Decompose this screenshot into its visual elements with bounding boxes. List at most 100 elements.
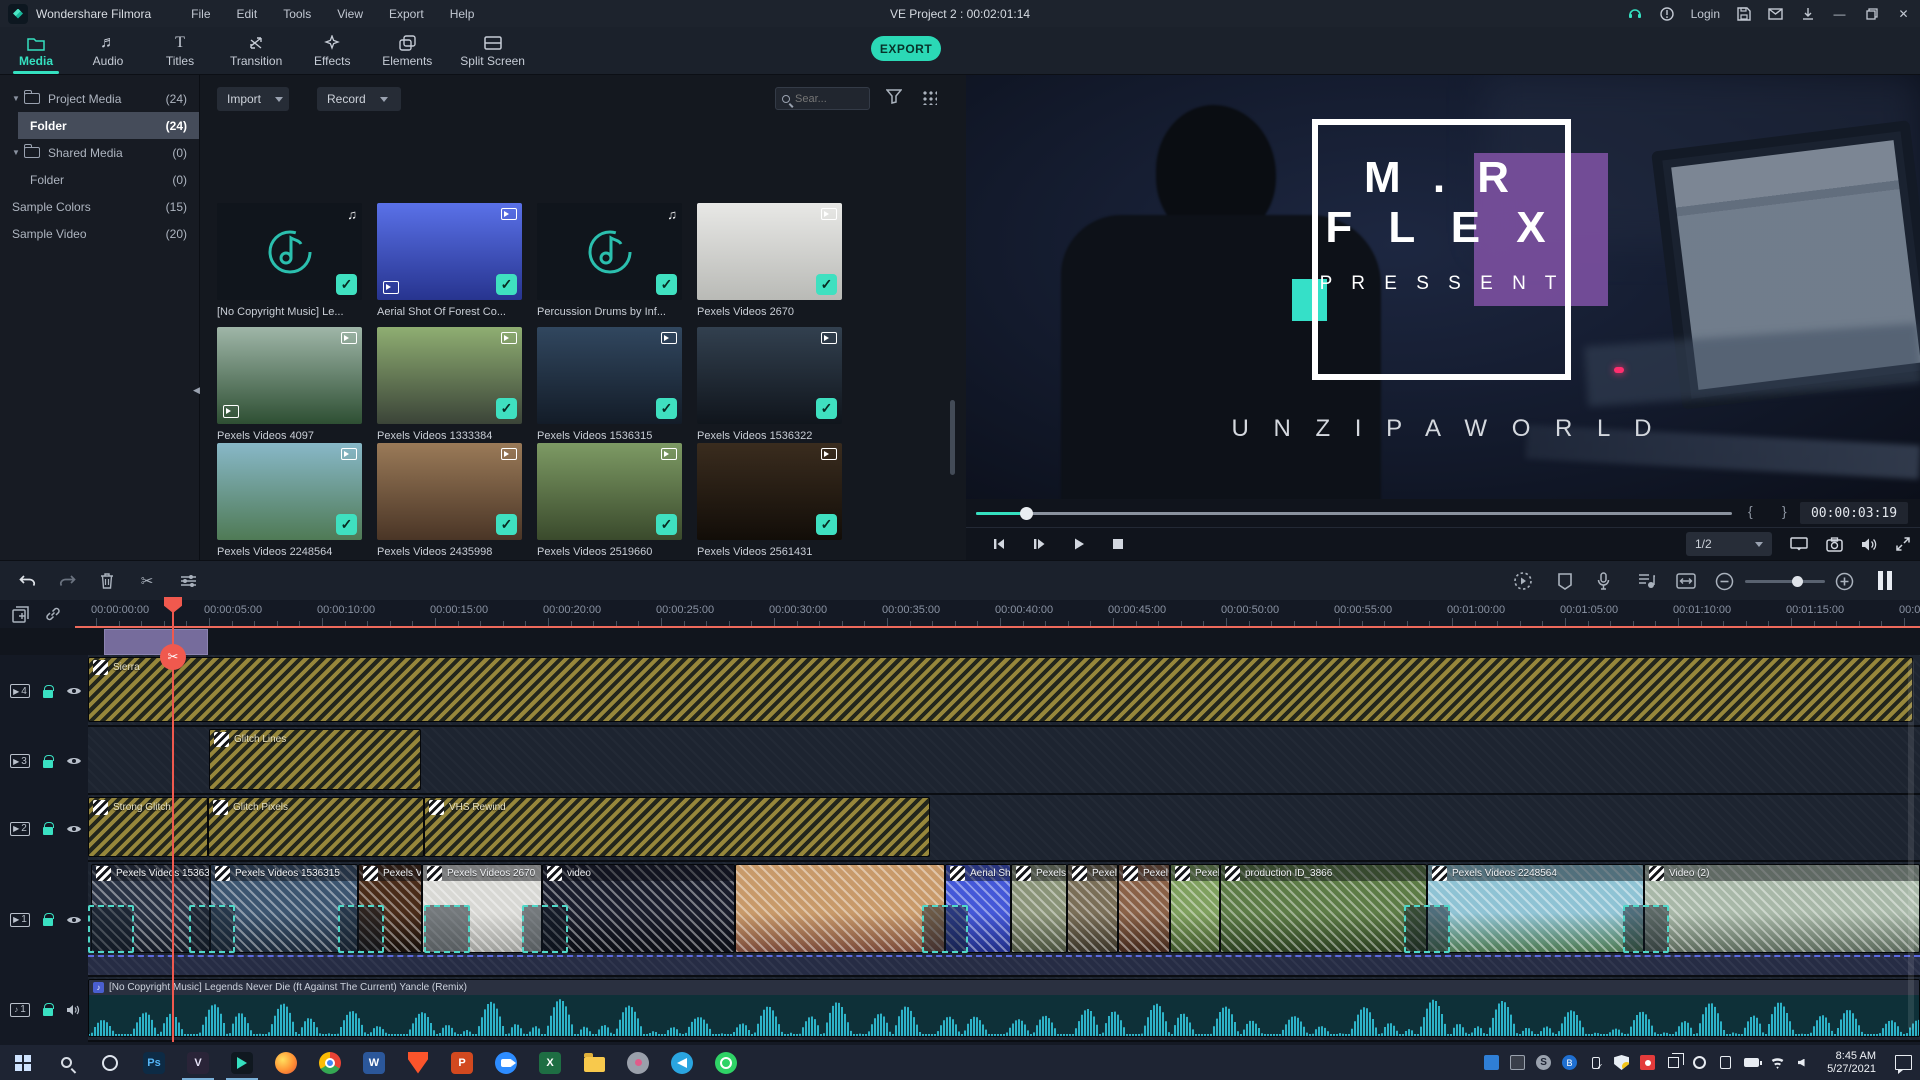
taskbar-whatsapp-icon[interactable] <box>704 1045 748 1080</box>
tray-skype-icon[interactable]: S <box>1535 1054 1552 1071</box>
seek-bar[interactable] <box>976 512 1732 515</box>
media-item--no-copyright-music-le-[interactable]: ♫✓[No Copyright Music] Le... <box>217 203 362 318</box>
clip--no-copyright-music-legends-never-die-ft-against-the-current-yancle-remix-[interactable]: ♪[No Copyright Music] Legends Never Die … <box>88 979 1920 1037</box>
render-preview-icon[interactable] <box>1513 571 1533 591</box>
tab-titles[interactable]: TTitles <box>158 34 202 68</box>
import-dropdown[interactable]: Import <box>217 87 289 111</box>
export-button[interactable]: EXPORT <box>871 36 941 61</box>
menu-tools[interactable]: Tools <box>275 4 319 24</box>
taskbar-search-icon[interactable] <box>44 1045 88 1080</box>
clip-strong-glitch[interactable]: Strong Glitch <box>88 797 208 857</box>
clip-pexel[interactable]: Pexel <box>1067 864 1118 953</box>
media-item-pexels-videos-1536322[interactable]: ✓Pexels Videos 1536322 <box>697 327 842 442</box>
search-input[interactable] <box>775 87 870 110</box>
taskbar-cortana-icon[interactable] <box>88 1045 132 1080</box>
taskbar-word-icon[interactable]: W <box>352 1045 396 1080</box>
taskbar-brave-icon[interactable] <box>396 1045 440 1080</box>
timeline-scrollbar[interactable] <box>1908 660 1914 1030</box>
sidebar-item-sample-colors[interactable]: Sample Colors(15) <box>0 193 199 220</box>
taskbar-photoshop-icon[interactable]: Ps <box>132 1045 176 1080</box>
tray-wifi-icon[interactable] <box>1769 1054 1786 1071</box>
zoom-out-icon[interactable] <box>1714 571 1734 591</box>
clip-production-id-3866[interactable]: production ID_3866 <box>1220 864 1427 953</box>
clip-vhs-rewind[interactable]: VHS Rewind <box>424 797 930 857</box>
sidebar-item-folder[interactable]: Folder(0) <box>0 166 199 193</box>
save-icon[interactable] <box>1735 5 1752 22</box>
clip-video-2-[interactable]: Video (2) <box>1644 864 1920 953</box>
track-lane[interactable]: Strong GlitchGlitch PixelsVHS Rewind <box>88 795 1920 862</box>
eye-visibility-icon[interactable] <box>66 756 82 766</box>
track-lane[interactable]: Glitch Lines <box>88 727 1920 795</box>
sidebar-item-shared-media[interactable]: ▼Shared Media(0) <box>0 139 199 166</box>
taskbar-app-misc-icon[interactable] <box>616 1045 660 1080</box>
stop-button[interactable] <box>1112 538 1124 550</box>
sidebar-item-folder[interactable]: Folder(24) <box>18 112 199 139</box>
action-center-icon[interactable] <box>1895 1055 1912 1070</box>
menu-help[interactable]: Help <box>442 4 483 24</box>
adjust-sliders-icon[interactable] <box>178 571 198 591</box>
tray-bluetooth-icon[interactable]: B <box>1561 1054 1578 1071</box>
tray-network-icon[interactable] <box>1691 1054 1708 1071</box>
taskbar-folder-icon[interactable] <box>572 1045 616 1080</box>
audio-mixer-icon[interactable] <box>1637 571 1657 591</box>
undo-icon[interactable] <box>17 571 37 591</box>
info-icon[interactable] <box>1659 5 1676 22</box>
minimize-button[interactable]: — <box>1831 5 1848 22</box>
media-scrollbar[interactable] <box>950 400 955 475</box>
tray-screen-recorder-icon[interactable] <box>1639 1054 1656 1071</box>
taskbar-zoom-icon[interactable] <box>484 1045 528 1080</box>
delete-icon[interactable] <box>97 571 117 591</box>
track-lane[interactable]: Pexels Videos 1536322Pexels Videos 15363… <box>88 862 1920 977</box>
tree-arrow-icon[interactable]: ▼ <box>12 148 24 157</box>
filter-icon[interactable] <box>886 89 902 105</box>
support-headset-icon[interactable] <box>1627 5 1644 22</box>
taskbar-clock[interactable]: 8:45 AM 5/27/2021 <box>1827 1050 1876 1076</box>
play-button[interactable] <box>1072 537 1086 551</box>
mark-out-icon[interactable]: } <box>1782 503 1787 519</box>
zoom-to-fit-icon[interactable] <box>1676 571 1696 591</box>
mute-speaker-icon[interactable] <box>66 1004 80 1016</box>
previous-frame-button[interactable] <box>992 537 1006 551</box>
next-frame-button[interactable] <box>1032 537 1046 551</box>
video-preview[interactable]: M . R F L E X P R E S S E N T U N Z I P … <box>966 75 1920 499</box>
media-item-pexels-videos-2435998[interactable]: ✓Pexels Videos 2435998 <box>377 443 522 558</box>
eye-visibility-icon[interactable] <box>66 824 82 834</box>
volume-icon[interactable] <box>1861 537 1878 552</box>
tray-mobile-device-icon[interactable] <box>1717 1054 1734 1071</box>
tray-vault-icon[interactable] <box>1509 1054 1526 1071</box>
clip-video[interactable]: video <box>542 864 735 953</box>
timeline-ruler[interactable]: 00:00:00:0000:00:05:0000:00:10:0000:00:1… <box>0 600 1920 628</box>
media-item-aerial-shot-of-forest-co-[interactable]: ✓Aerial Shot Of Forest Co... <box>377 203 522 318</box>
tray-usb-icon[interactable] <box>1587 1054 1604 1071</box>
taskbar-powerpoint-icon[interactable]: P <box>440 1045 484 1080</box>
taskbar-telegram-icon[interactable] <box>660 1045 704 1080</box>
media-item-pexels-videos-2561431[interactable]: ✓Pexels Videos 2561431 <box>697 443 842 558</box>
playhead-scissors-icon[interactable]: ✂ <box>160 644 186 670</box>
track-lane[interactable]: ♪[No Copyright Music] Legends Never Die … <box>88 977 1920 1042</box>
redo-icon[interactable] <box>57 571 77 591</box>
media-item-pexels-videos-1333384[interactable]: ✓Pexels Videos 1333384 <box>377 327 522 442</box>
menu-file[interactable]: File <box>183 4 218 24</box>
mail-icon[interactable] <box>1767 5 1784 22</box>
detach-display-icon[interactable] <box>1790 537 1808 552</box>
login-button[interactable]: Login <box>1691 7 1720 21</box>
timeline-zoom-slider[interactable] <box>1745 580 1825 583</box>
taskbar-firefox-icon[interactable] <box>264 1045 308 1080</box>
clip-sierra[interactable]: Sierra <box>88 657 1913 722</box>
eye-visibility-icon[interactable] <box>66 686 82 696</box>
tray-window-copy-icon[interactable] <box>1665 1054 1682 1071</box>
tab-elements[interactable]: Elements <box>382 34 432 68</box>
clip-pexel[interactable]: Pexel <box>1118 864 1170 953</box>
media-item-percussion-drums-by-inf-[interactable]: ♫✓Percussion Drums by Inf... <box>537 203 682 318</box>
clip-pexels[interactable]: Pexels <box>1011 864 1067 953</box>
selected-region-block[interactable] <box>104 629 208 655</box>
taskbar-excel-icon[interactable]: X <box>528 1045 572 1080</box>
media-item-pexels-videos-2248564[interactable]: ✓Pexels Videos 2248564 <box>217 443 362 558</box>
grid-view-icon[interactable] <box>922 90 937 105</box>
clip-pexels-videos-2248564[interactable]: Pexels Videos 2248564 <box>1427 864 1644 953</box>
taskbar-app-v-icon[interactable]: V <box>176 1045 220 1080</box>
media-item-pexels-videos-1536315[interactable]: ✓Pexels Videos 1536315 <box>537 327 682 442</box>
media-item-pexels-videos-4097[interactable]: Pexels Videos 4097 <box>217 327 362 442</box>
tab-audio[interactable]: ♬Audio <box>86 34 130 68</box>
clip-untitled[interactable] <box>735 864 945 953</box>
